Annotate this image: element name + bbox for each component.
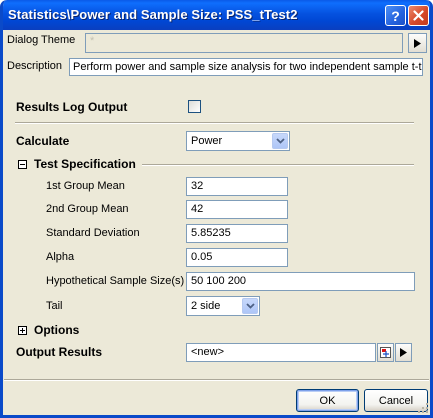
- close-icon: [413, 10, 424, 21]
- options-expand-toggle[interactable]: [18, 326, 27, 335]
- test-spec-collapse-toggle[interactable]: [18, 160, 27, 169]
- group1-mean-input[interactable]: 32: [186, 177, 288, 196]
- description-label: Description: [7, 60, 63, 72]
- results-log-label: Results Log Output: [16, 100, 128, 114]
- output-menu-button[interactable]: [395, 343, 412, 362]
- chevron-down-icon: [272, 133, 288, 149]
- test-spec-label: Test Specification: [34, 157, 136, 171]
- options-label: Options: [34, 323, 80, 337]
- title-bar[interactable]: Statistics\Power and Sample Size: PSS_tT…: [3, 0, 430, 30]
- help-icon: ?: [391, 7, 400, 24]
- calculate-select[interactable]: Power: [186, 131, 290, 151]
- sample-size-input[interactable]: 50 100 200: [186, 272, 415, 291]
- dialog-content: Dialog Theme * Description Perform power…: [3, 30, 430, 415]
- calculate-value: Power: [191, 135, 223, 147]
- ok-button[interactable]: OK: [296, 389, 359, 412]
- window-title: Statistics\Power and Sample Size: PSS_tT…: [8, 7, 298, 22]
- alpha-label: Alpha: [46, 251, 75, 263]
- group-separator: [142, 164, 414, 166]
- help-button[interactable]: ?: [385, 5, 406, 26]
- tail-select[interactable]: 2 side: [186, 296, 260, 316]
- output-results-label: Output Results: [16, 345, 102, 359]
- calculate-label: Calculate: [16, 134, 70, 148]
- alpha-input[interactable]: 0.05: [186, 248, 288, 267]
- play-arrow-icon: [414, 38, 421, 48]
- resize-grip-icon[interactable]: [417, 402, 429, 414]
- description-text: Perform power and sample size analysis f…: [69, 58, 423, 76]
- close-button[interactable]: [408, 5, 429, 26]
- std-dev-input[interactable]: 5.85235: [186, 224, 288, 243]
- std-dev-label: Standard Deviation: [46, 227, 140, 239]
- chevron-down-icon: [242, 298, 258, 314]
- output-select-button[interactable]: [377, 343, 394, 362]
- dialog-theme-field[interactable]: *: [85, 33, 403, 53]
- tail-label: Tail: [46, 300, 63, 312]
- output-results-input[interactable]: <new>: [186, 343, 376, 362]
- group2-mean-input[interactable]: 42: [186, 200, 288, 219]
- dialog-window: Statistics\Power and Sample Size: PSS_tT…: [0, 0, 433, 418]
- group1-mean-label: 1st Group Mean: [46, 180, 125, 192]
- separator: [15, 122, 414, 124]
- select-range-icon: [380, 347, 391, 358]
- sample-size-label: Hypothetical Sample Size(s): [46, 275, 185, 287]
- group2-mean-label: 2nd Group Mean: [46, 203, 129, 215]
- play-arrow-icon: [400, 348, 407, 357]
- results-log-checkbox[interactable]: [188, 100, 201, 113]
- footer-separator: [4, 379, 429, 381]
- tail-value: 2 side: [191, 300, 221, 312]
- theme-menu-button[interactable]: [408, 33, 427, 53]
- dialog-theme-label: Dialog Theme: [7, 34, 76, 46]
